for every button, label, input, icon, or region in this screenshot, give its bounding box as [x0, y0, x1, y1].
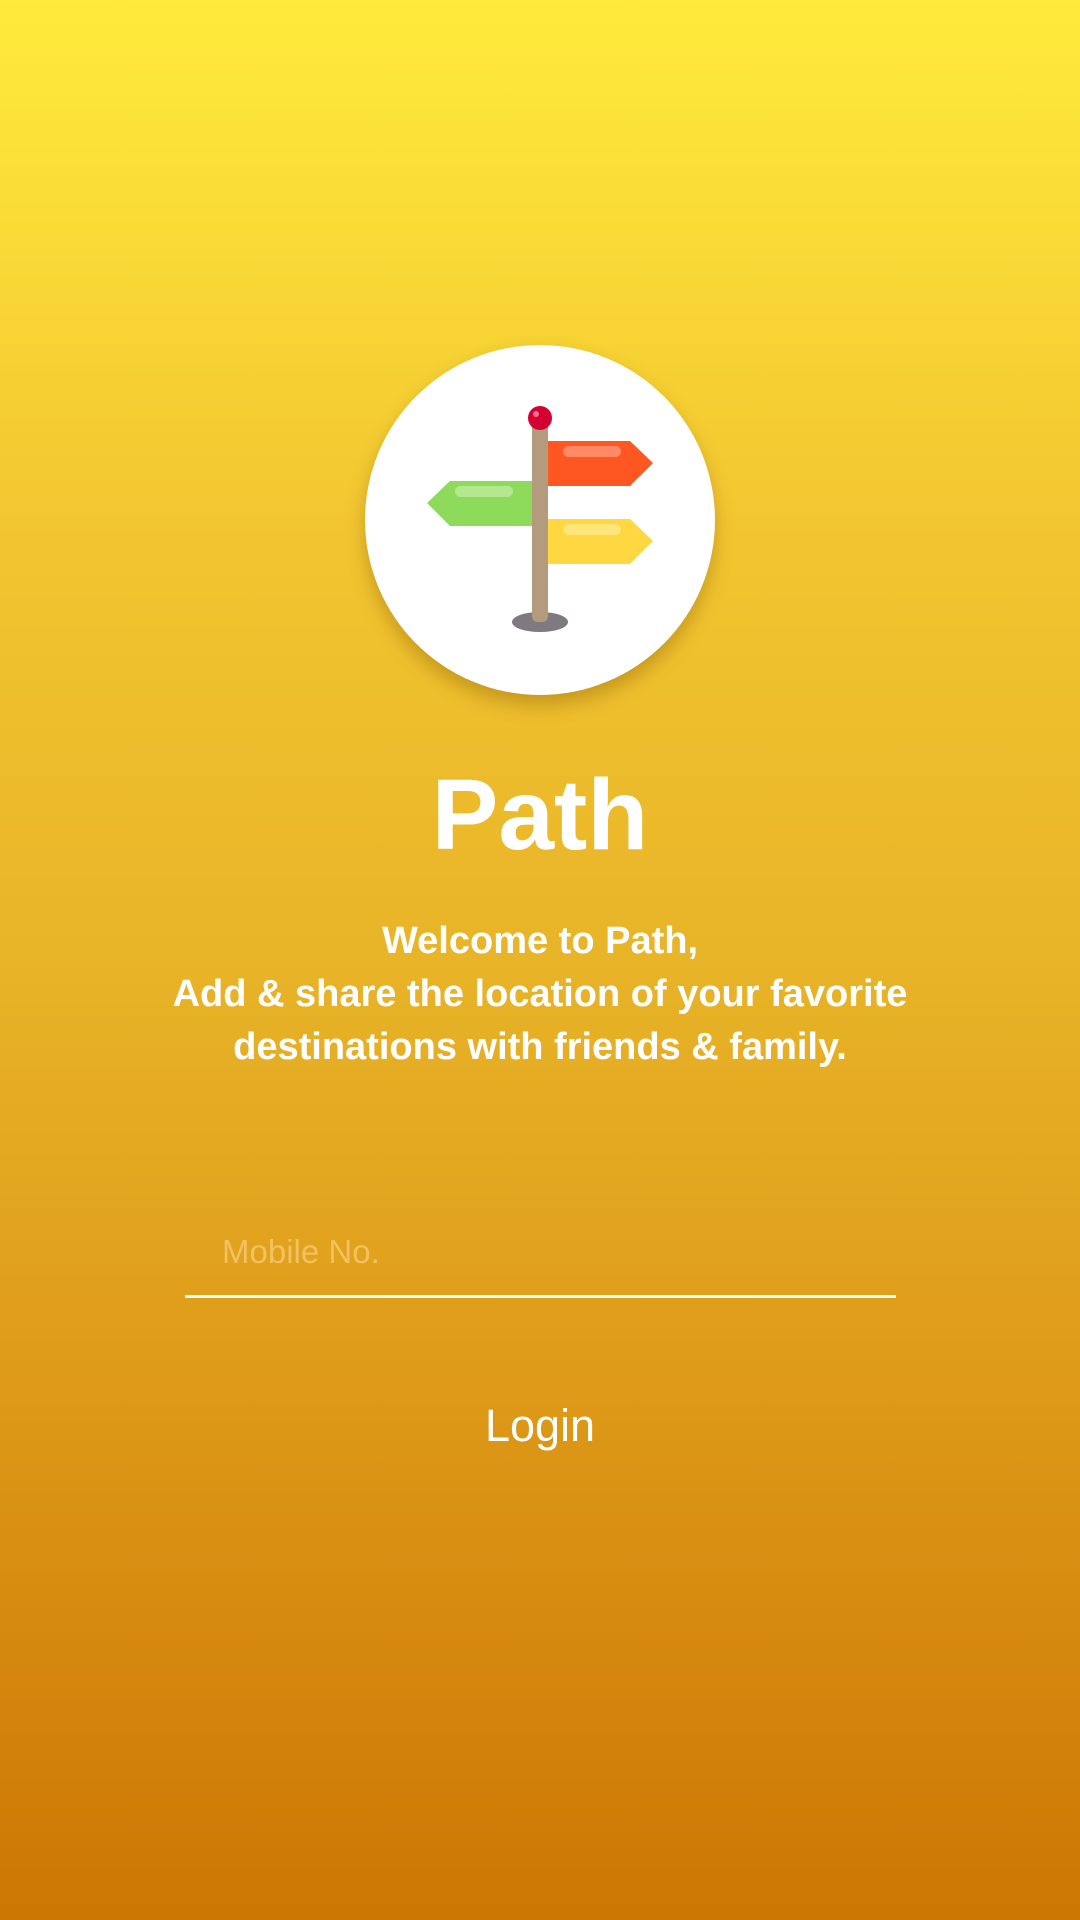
app-title: Path — [431, 759, 649, 871]
signpost-pole — [532, 415, 548, 622]
welcome-line-1: Welcome to Path, — [381, 920, 699, 962]
login-button[interactable]: Login — [390, 1390, 690, 1460]
signpost-icon — [427, 406, 653, 632]
app-logo — [365, 345, 715, 695]
welcome-line-3: destinations with friends & family. — [233, 1026, 847, 1068]
welcome-message: Welcome to Path, Add & share the locatio… — [90, 915, 990, 1074]
welcome-line-2: Add & share the location of your favorit… — [172, 973, 908, 1015]
mobile-field — [185, 1215, 896, 1298]
mobile-number-input[interactable] — [222, 1227, 862, 1277]
signpost-pin — [528, 406, 552, 430]
